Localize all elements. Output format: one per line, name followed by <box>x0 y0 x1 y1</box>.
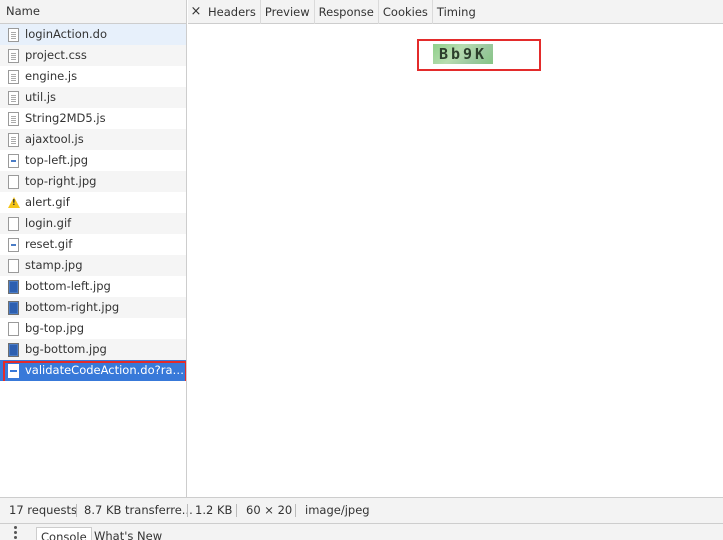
request-name: bg-bottom.jpg <box>25 342 107 356</box>
image-icon <box>8 279 19 294</box>
network-request-list-panel: Name loginAction.do project.css engine.j… <box>0 0 187 497</box>
document-icon <box>8 90 19 105</box>
document-icon <box>8 132 19 147</box>
tab-timing[interactable]: Timing <box>433 0 480 24</box>
request-row[interactable]: bg-top.jpg <box>0 318 186 339</box>
document-icon <box>8 174 19 189</box>
request-row[interactable]: reset.gif <box>0 234 186 255</box>
request-name: bottom-right.jpg <box>25 300 120 314</box>
status-divider <box>76 504 77 517</box>
tab-preview[interactable]: Preview <box>261 0 315 24</box>
request-name: stamp.jpg <box>25 258 83 272</box>
request-name: alert.gif <box>25 195 70 209</box>
request-row[interactable]: alert.gif <box>0 192 186 213</box>
request-name: ajaxtool.js <box>25 132 84 146</box>
transferred-size: 8.7 KB transferre... <box>84 503 193 517</box>
image-icon <box>8 237 19 252</box>
highlight-box: Bb9K <box>417 39 541 71</box>
request-name: util.js <box>25 90 57 104</box>
request-name: validateCodeAction.do?ran... <box>25 363 185 377</box>
document-icon <box>8 27 19 42</box>
tab-response[interactable]: Response <box>315 0 379 24</box>
status-bar: 17 requests 8.7 KB transferre... 1.2 KB … <box>0 497 723 523</box>
request-row[interactable]: top-right.jpg <box>0 171 186 192</box>
request-row[interactable]: stamp.jpg <box>0 255 186 276</box>
drawer-tab-bar: Console What's New <box>0 523 723 540</box>
request-name: top-right.jpg <box>25 174 97 188</box>
request-detail-panel: × Headers Preview Response Cookies Timin… <box>188 0 723 497</box>
status-divider <box>295 504 296 517</box>
request-row[interactable]: util.js <box>0 87 186 108</box>
image-icon <box>8 342 19 357</box>
resource-size: 1.2 KB <box>195 503 233 517</box>
more-vertical-icon[interactable] <box>14 526 18 540</box>
tab-whats-new[interactable]: What's New <box>90 527 166 540</box>
request-row[interactable]: bottom-right.jpg <box>0 297 186 318</box>
warning-icon <box>8 197 20 208</box>
document-icon <box>8 69 19 84</box>
request-row[interactable]: bg-bottom.jpg <box>0 339 186 360</box>
status-divider <box>236 504 237 517</box>
request-row[interactable]: top-left.jpg <box>0 150 186 171</box>
request-list: loginAction.do project.css engine.js uti… <box>0 24 186 381</box>
tab-headers[interactable]: Headers <box>204 0 261 24</box>
captcha-image: Bb9K <box>433 44 493 64</box>
request-row[interactable]: engine.js <box>0 66 186 87</box>
status-divider <box>187 504 188 517</box>
request-row[interactable]: project.css <box>0 45 186 66</box>
image-dimensions: 60 × 20 <box>246 503 293 517</box>
request-name: loginAction.do <box>25 27 108 41</box>
image-preview-area: Bb9K <box>188 25 723 497</box>
document-icon <box>8 321 19 336</box>
request-name: project.css <box>25 48 87 62</box>
request-row[interactable]: bottom-left.jpg <box>0 276 186 297</box>
image-icon <box>8 363 19 378</box>
mime-type: image/jpeg <box>305 503 370 517</box>
detail-tab-bar: × Headers Preview Response Cookies Timin… <box>188 0 723 24</box>
tab-console[interactable]: Console <box>36 527 92 540</box>
request-name: bottom-left.jpg <box>25 279 111 293</box>
document-icon <box>8 48 19 63</box>
request-count: 17 requests <box>9 503 77 517</box>
request-row[interactable]: ajaxtool.js <box>0 129 186 150</box>
tab-cookies[interactable]: Cookies <box>379 0 433 24</box>
request-row[interactable]: loginAction.do <box>0 24 186 45</box>
request-name: engine.js <box>25 69 78 83</box>
request-name: top-left.jpg <box>25 153 89 167</box>
document-icon <box>8 216 19 231</box>
image-icon <box>8 153 19 168</box>
document-icon <box>8 111 19 126</box>
request-name: bg-top.jpg <box>25 321 85 335</box>
request-name: String2MD5.js <box>25 111 106 125</box>
request-row-selected[interactable]: validateCodeAction.do?ran... <box>0 360 186 381</box>
image-icon <box>8 300 19 315</box>
close-icon[interactable]: × <box>188 4 204 19</box>
request-row[interactable]: String2MD5.js <box>0 108 186 129</box>
request-name: login.gif <box>25 216 72 230</box>
name-column-header[interactable]: Name <box>0 0 186 24</box>
document-icon <box>8 258 19 273</box>
request-row[interactable]: login.gif <box>0 213 186 234</box>
request-name: reset.gif <box>25 237 73 251</box>
